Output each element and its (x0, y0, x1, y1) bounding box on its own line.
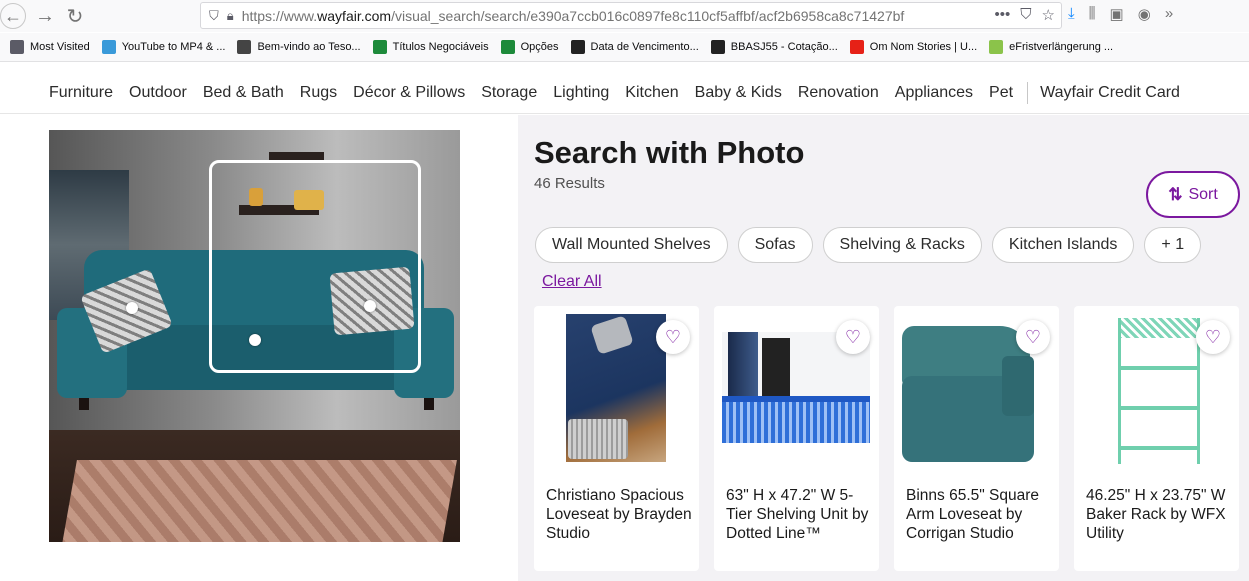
bars-icon (710, 40, 725, 54)
product-name: Binns 65.5" Square Arm Loveseat by Corri… (906, 487, 1040, 542)
clear-all-link[interactable]: Clear All (542, 273, 602, 291)
url-field[interactable]: ⛉ 🔒︎ https://www.wayfair.com/visual_sear… (200, 2, 1062, 29)
product-grid: ♡ Christiano Spacious Loveseat by Brayde… (534, 306, 1249, 571)
bookmark-item[interactable]: eFristverlängerung ... (989, 40, 1113, 54)
forward-button[interactable]: → (30, 1, 60, 31)
bookmark-item[interactable]: Bem-vindo ao Teso... (237, 40, 361, 54)
bookmark-item[interactable]: BBASJ55 - Cotação... (710, 40, 838, 54)
favorite-heart-icon[interactable]: ♡ (836, 320, 870, 354)
filter-chips: Wall Mounted Shelves Sofas Shelving & Rack… (535, 227, 1211, 263)
site-category-nav: Furniture Outdoor Bed & Bath Rugs Décor & Pi… (0, 72, 1249, 114)
sidebar-icon[interactable]: ▣ (1110, 5, 1124, 23)
product-card[interactable]: ♡ 63" H x 47.2" W 5-Tier Shelving Unit b… (714, 306, 879, 571)
browser-toolbar: ← → ↻ ⛉ 🔒︎ https://www.wayfair.com/visua… (0, 0, 1249, 32)
chart-icon (500, 40, 515, 54)
hotspot-dot[interactable] (126, 302, 138, 314)
bars-icon (570, 40, 585, 54)
youtube-icon (849, 40, 864, 54)
download-icon[interactable]: ⤓ (1068, 5, 1075, 23)
product-name: Christiano Spacious Loveseat by Brayden … (546, 487, 692, 542)
filter-chip[interactable]: + 1 (1144, 227, 1202, 263)
bookmark-item[interactable]: Om Nom Stories | U... (849, 40, 977, 54)
favorite-heart-icon[interactable]: ♡ (656, 320, 690, 354)
page-actions-menu[interactable]: ••• (995, 6, 1011, 24)
account-icon[interactable]: ◉ (1138, 5, 1151, 23)
filter-chip[interactable]: Wall Mounted Shelves (535, 227, 728, 263)
gear-icon (10, 40, 24, 54)
nav-item[interactable]: Baby & Kids (695, 84, 782, 102)
overflow-chevron-icon[interactable]: » (1165, 5, 1173, 23)
bookmarks-bar: Most Visited YouTube to MP4 & ... Bem-vind… (0, 33, 1249, 62)
arrow-left-icon: ← (4, 5, 22, 26)
bookmark-item[interactable]: Most Visited (10, 40, 90, 54)
lock-icon: 🔒︎ (226, 7, 234, 23)
product-image (902, 326, 1034, 462)
pocket-icon[interactable]: ⛉ (1020, 6, 1031, 24)
favorite-heart-icon[interactable]: ♡ (1196, 320, 1230, 354)
filter-chip[interactable]: Kitchen Islands (991, 227, 1135, 263)
back-button[interactable]: ← (0, 3, 26, 29)
nav-item[interactable]: Rugs (300, 84, 337, 102)
hotspot-dot[interactable] (249, 334, 261, 346)
nav-item[interactable]: Pet (989, 84, 1013, 102)
product-card[interactable]: ♡ Binns 65.5" Square Arm Loveseat by Cor… (894, 306, 1059, 571)
bookmark-item[interactable]: Opções (500, 40, 559, 54)
nav-item[interactable]: Storage (481, 84, 537, 102)
star-icon[interactable]: ☆ (1042, 6, 1055, 24)
product-image (1118, 318, 1200, 464)
library-icon[interactable]: ⫼ (1089, 5, 1096, 23)
page-title: Search with Photo (534, 135, 805, 170)
nav-item-credit-card[interactable]: Wayfair Credit Card (1040, 84, 1180, 102)
nav-divider (1027, 81, 1029, 104)
chart-icon (372, 40, 387, 54)
favorite-heart-icon[interactable]: ♡ (1016, 320, 1050, 354)
product-name: 46.25" H x 23.75" W Baker Rack by WFX Ut… (1086, 487, 1226, 542)
hotspot-dot[interactable] (364, 300, 376, 312)
filter-chip[interactable]: Sofas (737, 227, 813, 263)
results-panel: Search with Photo 46 Results ⇅ Sort Wall… (518, 115, 1249, 581)
nav-item[interactable]: Bed & Bath (203, 84, 284, 102)
bookmark-item[interactable]: YouTube to MP4 & ... (101, 40, 225, 54)
reload-icon: ↻ (66, 5, 84, 28)
bookmark-item[interactable]: Títulos Negociáveis (372, 40, 489, 54)
shield-icon: ⛉ (209, 7, 219, 23)
product-card[interactable]: ♡ 46.25" H x 23.75" W Baker Rack by WFX … (1074, 306, 1239, 571)
product-image (566, 314, 666, 462)
nav-item[interactable]: Lighting (553, 84, 609, 102)
arrow-right-icon: → (35, 4, 55, 27)
results-count: 46 Results (534, 175, 605, 192)
globe-icon (237, 40, 252, 54)
sort-button[interactable]: ⇅ Sort (1146, 171, 1240, 218)
nav-item[interactable]: Outdoor (129, 84, 187, 102)
rug (61, 460, 457, 542)
efrist-icon (989, 40, 1004, 54)
crop-selection-box[interactable] (209, 160, 421, 373)
nav-item[interactable]: Renovation (798, 84, 879, 102)
product-name: 63" H x 47.2" W 5-Tier Shelving Unit by … (726, 487, 869, 542)
nav-item[interactable]: Kitchen (625, 84, 678, 102)
nav-item[interactable]: Décor & Pillows (353, 84, 465, 102)
product-card[interactable]: ♡ Christiano Spacious Loveseat by Brayde… (534, 306, 699, 571)
filter-chip[interactable]: Shelving & Racks (822, 227, 982, 263)
nav-item[interactable]: Furniture (49, 84, 113, 102)
url-text: https://www.wayfair.com/visual_search/se… (241, 7, 905, 24)
reload-button[interactable]: ↻ (60, 1, 90, 31)
nav-item[interactable]: Appliances (895, 84, 973, 102)
uploaded-photo[interactable] (49, 130, 460, 542)
bookmark-item[interactable]: Data de Vencimento... (570, 40, 699, 54)
youtube-mp4-icon (101, 40, 116, 54)
sort-arrows-icon: ⇅ (1168, 184, 1183, 204)
